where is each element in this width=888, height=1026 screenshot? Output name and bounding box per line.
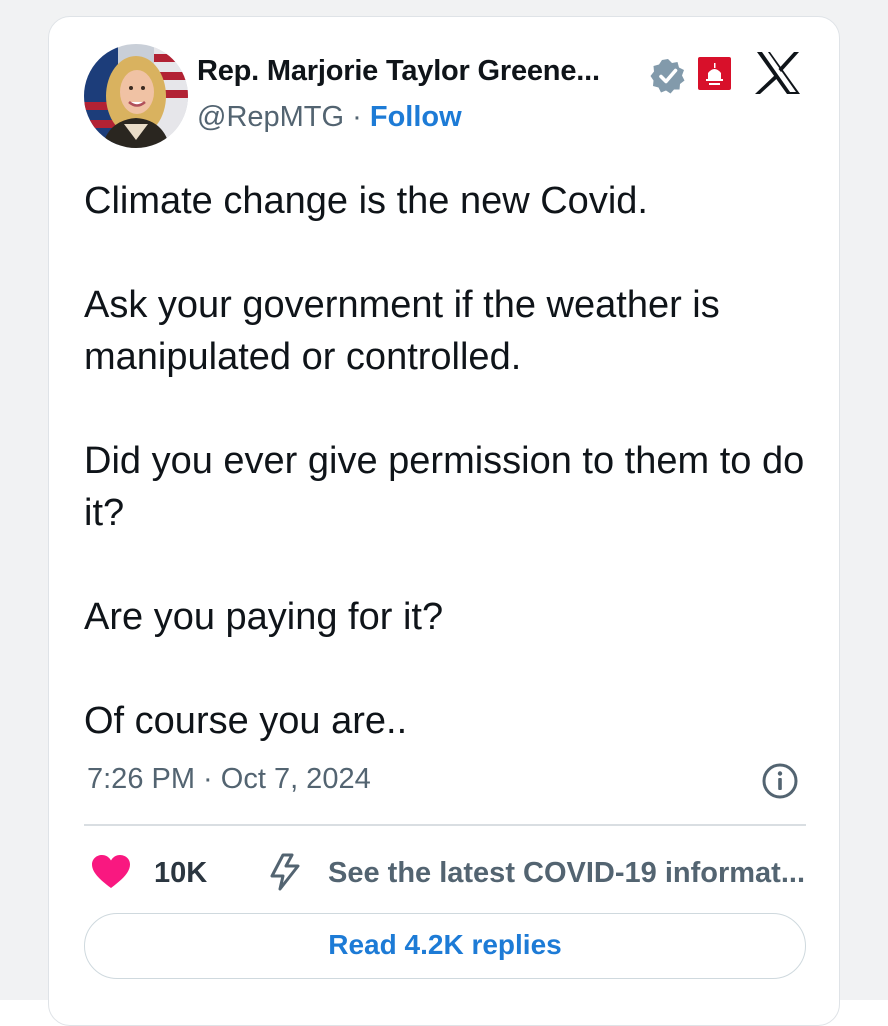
lightning-bolt-icon [270,853,300,891]
tweet-paragraph: Are you paying for it? [84,596,444,638]
follow-button[interactable]: Follow [370,101,462,133]
tweet-paragraph: Ask your government if the weather is ma… [84,284,720,378]
covid-info-text: See the latest COVID-19 informat... [328,857,806,889]
verified-badge-icon [650,59,685,94]
x-logo-icon[interactable] [754,50,802,96]
author-name[interactable]: Rep. Marjorie Taylor Greene... [197,55,600,88]
tweet-paragraph: Climate change is the new Covid. [84,180,648,222]
like-count: 10K [154,857,208,889]
author-handle[interactable]: @RepMTG [197,101,344,133]
like-button[interactable]: 10K [91,850,215,894]
covid-info-link[interactable]: See the latest COVID-19 informat... [265,850,825,894]
tweet-paragraph: Did you ever give permission to them to … [84,440,805,534]
author-handle-row: @RepMTG · Follow [197,101,462,134]
handle-separator: · [352,101,362,133]
read-replies-button[interactable]: Read 4.2K replies [84,913,806,979]
capitol-gop-icon [698,57,731,90]
avatar[interactable] [84,44,188,148]
tweet-text: Climate change is the new Covid. Ask you… [84,175,824,799]
tweet-card: Rep. Marjorie Taylor Greene... @RepMTG ·… [48,16,840,1026]
tweet-timestamp[interactable]: 7:26 PM · Oct 7, 2024 [87,763,371,796]
heart-icon [92,855,130,888]
tweet-paragraph: Of course you are.. [84,700,408,742]
info-icon[interactable] [761,762,799,800]
divider [84,824,806,826]
